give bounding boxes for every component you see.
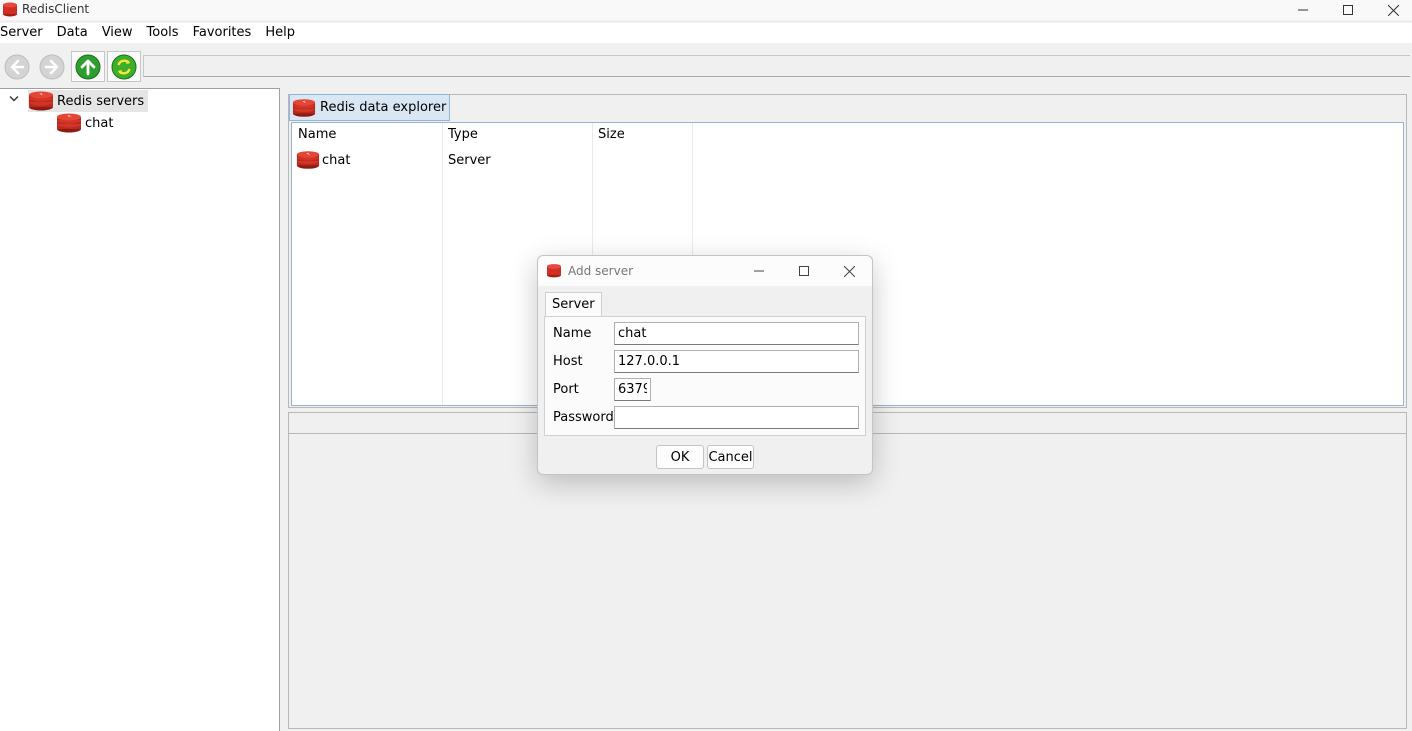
row-type-cell: Server — [448, 150, 491, 170]
tree-item-redis-servers[interactable]: Redis servers — [28, 90, 149, 112]
name-label: Name — [553, 326, 592, 341]
host-field[interactable] — [614, 350, 859, 373]
toolbar-address-strip — [143, 55, 1410, 77]
tree-root-label: Redis servers — [57, 93, 145, 109]
redis-icon — [29, 91, 53, 111]
ok-button[interactable]: OK — [656, 445, 704, 469]
dialog-title: Add server — [568, 264, 634, 278]
back-button[interactable] — [0, 51, 34, 82]
forward-button[interactable] — [35, 51, 69, 82]
menu-help[interactable]: Help — [258, 23, 302, 43]
menu-view[interactable]: View — [95, 23, 140, 43]
dialog-close-button[interactable] — [826, 256, 872, 286]
menu-favorites[interactable]: Favorites — [186, 23, 259, 43]
minimize-icon — [754, 270, 764, 272]
port-label: Port — [553, 382, 579, 397]
menu-tools[interactable]: Tools — [140, 23, 186, 43]
column-header-size[interactable]: Size — [598, 127, 625, 142]
server-tree: Redis servers chat — [0, 88, 280, 731]
redis-app-icon — [3, 2, 17, 17]
column-header-type[interactable]: Type — [448, 127, 478, 142]
name-field[interactable] — [614, 322, 859, 345]
maximize-button[interactable] — [1325, 0, 1371, 20]
redis-icon — [57, 113, 81, 133]
table-row[interactable]: chat — [296, 150, 350, 170]
refresh-button[interactable] — [107, 51, 141, 82]
column-header-name[interactable]: Name — [298, 127, 336, 142]
menu-server[interactable]: Server — [0, 23, 50, 43]
redis-icon — [292, 98, 316, 117]
server-form: Name Host Port Password — [544, 316, 866, 436]
back-icon — [4, 54, 30, 79]
close-icon — [843, 265, 855, 277]
up-button[interactable] — [71, 51, 105, 82]
up-icon — [75, 54, 101, 79]
menu-bar: Server Data View Tools Favorites Help — [0, 23, 1412, 43]
password-field[interactable] — [614, 406, 859, 429]
password-label: Password — [553, 410, 614, 425]
forward-icon — [39, 54, 65, 79]
row-type: Server — [448, 152, 491, 168]
tree-item-chat[interactable]: chat — [56, 112, 113, 134]
port-field[interactable] — [614, 378, 651, 401]
dialog-tab-server[interactable]: Server — [545, 292, 602, 316]
cancel-button[interactable]: Cancel — [707, 445, 754, 469]
window-titlebar: RedisClient — [0, 0, 1412, 20]
close-icon — [1387, 4, 1399, 16]
redis-icon — [296, 151, 320, 169]
tree-child-label: chat — [85, 115, 114, 131]
dialog-titlebar: Add server — [538, 256, 872, 286]
column-divider — [442, 123, 443, 405]
tab-redis-data-explorer[interactable]: Redis data explorer — [289, 94, 451, 121]
maximize-icon — [799, 266, 809, 276]
host-label: Host — [553, 354, 583, 369]
add-server-dialog: Add server Server Name Host Port Passwor… — [537, 255, 873, 475]
minimize-icon — [1298, 9, 1308, 11]
menu-data[interactable]: Data — [50, 23, 95, 43]
maximize-icon — [1343, 5, 1353, 15]
close-button[interactable] — [1370, 0, 1412, 20]
tab-label: Redis data explorer — [320, 100, 447, 115]
dialog-minimize-button[interactable] — [736, 256, 782, 286]
redis-app-icon — [547, 264, 561, 278]
row-name: chat — [322, 152, 351, 168]
minimize-button[interactable] — [1280, 0, 1326, 20]
window-title: RedisClient — [22, 2, 90, 16]
chevron-down-icon[interactable] — [9, 95, 19, 103]
dialog-maximize-button[interactable] — [781, 256, 827, 286]
refresh-icon — [111, 54, 137, 79]
